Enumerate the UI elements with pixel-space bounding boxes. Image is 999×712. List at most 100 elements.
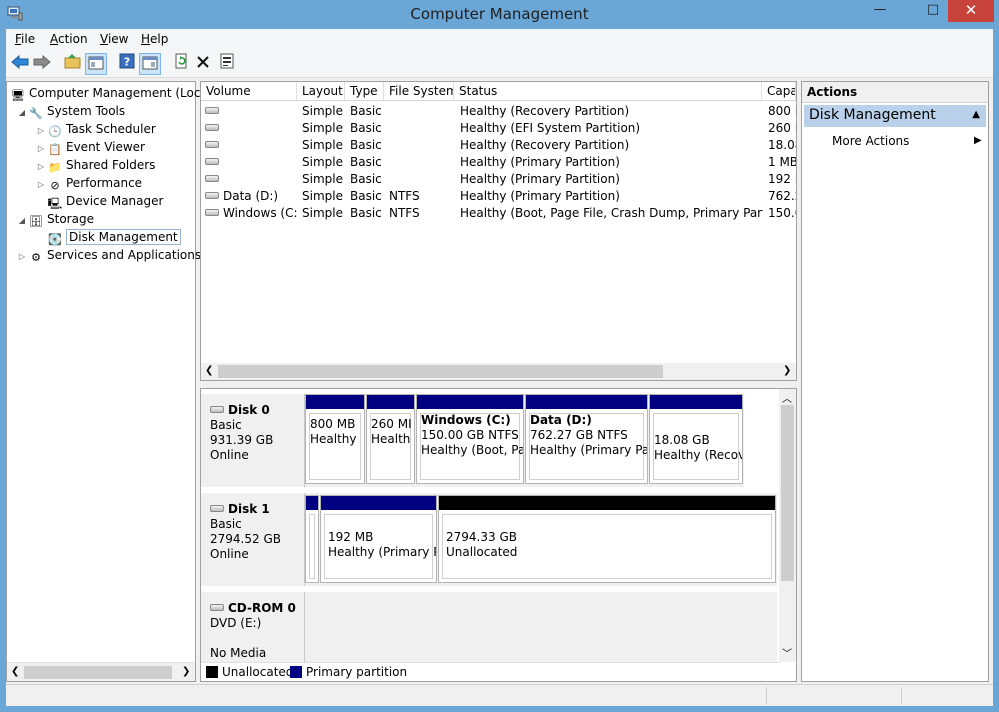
volume-row[interactable]: Windows (C:) Simple Basic NTFS Healthy (…	[201, 205, 796, 222]
volume-capacity: 1 MB	[768, 155, 796, 169]
menu-action[interactable]: Action	[50, 32, 88, 46]
volume-file-system: NTFS	[389, 206, 420, 220]
services-icon: ⚙	[31, 251, 41, 264]
tree-item-shared-folders[interactable]: ▷ 📁 Shared Folders	[35, 156, 155, 174]
disk-name: CD-ROM 0	[228, 601, 296, 615]
scroll-down-icon[interactable]: ﹀	[782, 645, 792, 660]
actions-pane: Actions Disk Management ▲ More Actions ▶	[801, 81, 989, 682]
volume-drive-icon	[205, 209, 219, 216]
volume-layout: Simple	[302, 206, 343, 220]
status-bar	[6, 684, 993, 706]
tree-item-services-and-applications[interactable]: ▷ ⚙ Services and Applications	[16, 246, 201, 264]
menu-help[interactable]: Help	[141, 32, 168, 46]
scroll-left-icon[interactable]: ❮	[205, 365, 213, 376]
disk-1-header[interactable]: Disk 1 Basic 2794.52 GB Online	[201, 493, 305, 586]
expanded-triangle-icon[interactable]: ◢	[16, 104, 28, 122]
volume-list-horizontal-scrollbar[interactable]: ❮ ❯	[201, 363, 796, 380]
delete-icon[interactable]	[192, 53, 214, 75]
column-header-capacity[interactable]: Capa	[762, 82, 796, 101]
disk-0-partitions: 800 MB Healthy 260 MI Health Windows (C:) 1…	[305, 394, 744, 487]
collapse-arrow-icon[interactable]: ▲	[972, 109, 980, 120]
volume-row[interactable]: Data (D:) Simple Basic NTFS Healthy (Pri…	[201, 188, 796, 205]
tree-item-storage[interactable]: ◢ 🗄 Storage	[16, 210, 94, 228]
volume-capacity: 18.08	[768, 138, 796, 152]
collapsed-triangle-icon[interactable]: ▷	[35, 176, 47, 194]
volume-capacity: 762.2	[768, 189, 796, 203]
tree-item-device-manager[interactable]: 🖳 Device Manager	[47, 192, 164, 210]
scroll-up-icon[interactable]: ︿	[782, 390, 792, 405]
tree-item-system-tools[interactable]: ◢ 🔧 System Tools	[16, 102, 125, 120]
column-header-status[interactable]: Status	[454, 82, 762, 101]
collapsed-triangle-icon[interactable]: ▷	[16, 248, 28, 266]
volume-type: Basic	[350, 138, 382, 152]
disk-graphical-view: Disk 0 Basic 931.39 GB Online 800 MB Heal…	[200, 388, 797, 682]
column-header-file-system[interactable]: File System	[384, 82, 454, 101]
tree-item-event-viewer[interactable]: ▷ 📋 Event Viewer	[35, 138, 145, 156]
scrollbar-thumb[interactable]	[24, 666, 172, 679]
partition-data-d[interactable]: Data (D:) 762.27 GB NTFS Healthy (Primary …	[525, 394, 648, 484]
volume-row[interactable]: Simple Basic Healthy (Primary Partition)…	[201, 171, 796, 188]
scrollbar-thumb[interactable]	[218, 365, 663, 378]
volume-status: Healthy (Recovery Partition)	[460, 104, 630, 118]
partition-windows-c[interactable]: Windows (C:) 150.00 GB NTFS Healthy (Boot,…	[416, 394, 524, 484]
menu-file[interactable]: File	[15, 32, 35, 46]
close-button[interactable]: ✕	[948, 0, 994, 22]
volume-row[interactable]: Simple Basic Healthy (Primary Partition)…	[201, 154, 796, 171]
disk-name: Disk 0	[228, 403, 270, 417]
volume-type: Basic	[350, 121, 382, 135]
menu-view[interactable]: View	[100, 32, 128, 46]
disk-type: Basic	[210, 418, 242, 432]
up-folder-icon[interactable]	[62, 53, 84, 75]
partition-primary-192mb[interactable]: 192 MB Healthy (Primary Pa	[320, 495, 437, 583]
legend: Unallocated Primary partition	[201, 662, 781, 681]
volume-drive-icon	[205, 107, 219, 114]
partition-recovery-2[interactable]: 18.08 GB Healthy (Recov	[649, 394, 743, 484]
back-arrow-icon[interactable]	[9, 53, 31, 75]
volume-capacity: 260 M	[768, 121, 796, 135]
view-icon[interactable]	[139, 53, 161, 75]
console-tree-icon[interactable]	[85, 53, 107, 75]
column-header-volume[interactable]: Volume	[201, 82, 297, 101]
column-header-type[interactable]: Type	[345, 82, 384, 101]
scroll-left-icon[interactable]: ❮	[11, 666, 19, 677]
tree-horizontal-scrollbar[interactable]: ❮ ❯	[7, 662, 195, 681]
volume-status: Healthy (EFI System Partition)	[460, 121, 641, 135]
partition-unallocated[interactable]: 2794.33 GB Unallocated	[438, 495, 776, 583]
submenu-arrow-icon: ▶	[974, 135, 982, 146]
volume-drive-icon	[205, 192, 219, 199]
volume-status: Healthy (Primary Partition)	[460, 172, 620, 186]
more-actions-item[interactable]: More Actions ▶	[832, 134, 982, 148]
tree-item-disk-management[interactable]: 💽 Disk Management	[47, 228, 181, 246]
scrollbar-thumb[interactable]	[781, 405, 794, 581]
volume-status: Healthy (Primary Partition)	[460, 155, 620, 169]
help-icon[interactable]: ?	[116, 53, 138, 75]
cdrom-0-header[interactable]: CD-ROM 0 DVD (E:) No Media	[201, 592, 305, 662]
partition-reserved[interactable]	[305, 495, 319, 583]
properties-icon[interactable]	[216, 53, 238, 75]
minimize-button[interactable]: —	[866, 0, 894, 22]
column-header-layout[interactable]: Layout	[297, 82, 345, 101]
volume-row[interactable]: Simple Basic Healthy (Recovery Partition…	[201, 103, 796, 120]
scroll-right-icon[interactable]: ❯	[182, 666, 190, 677]
maximize-button[interactable]: □	[919, 0, 947, 22]
console-tree: 🖥 Computer Management (Local ◢ 🔧 System Too…	[6, 81, 211, 682]
tree-item-task-scheduler[interactable]: ▷ 🕒 Task Scheduler	[35, 120, 156, 138]
graphical-view-vertical-scrollbar[interactable]: ︿ ﹀	[779, 389, 796, 662]
forward-arrow-icon[interactable]	[31, 53, 53, 75]
volume-row[interactable]: Simple Basic Healthy (EFI System Partiti…	[201, 120, 796, 137]
scroll-right-icon[interactable]: ❯	[783, 365, 791, 376]
disk-0-header[interactable]: Disk 0 Basic 931.39 GB Online	[201, 394, 305, 487]
volume-capacity: 150.0	[768, 206, 796, 220]
actions-section-disk-management[interactable]: Disk Management ▲	[804, 105, 986, 127]
tree-item-performance[interactable]: ▷ ⊘ Performance	[35, 174, 142, 192]
event-log-icon: 📋	[48, 143, 62, 156]
tree-item-computer-management[interactable]: 🖥 Computer Management (Local	[10, 84, 211, 102]
refresh-icon[interactable]	[170, 53, 192, 75]
partition-recovery[interactable]: 800 MB Healthy	[305, 394, 365, 484]
volume-layout: Simple	[302, 104, 343, 118]
partition-efi[interactable]: 260 MI Health	[366, 394, 415, 484]
volume-row[interactable]: Simple Basic Healthy (Recovery Partition…	[201, 137, 796, 154]
volume-list: Volume Layout Type File System Status Ca…	[200, 81, 797, 381]
cdrom-icon	[210, 604, 224, 611]
expanded-triangle-icon[interactable]: ◢	[16, 212, 28, 230]
